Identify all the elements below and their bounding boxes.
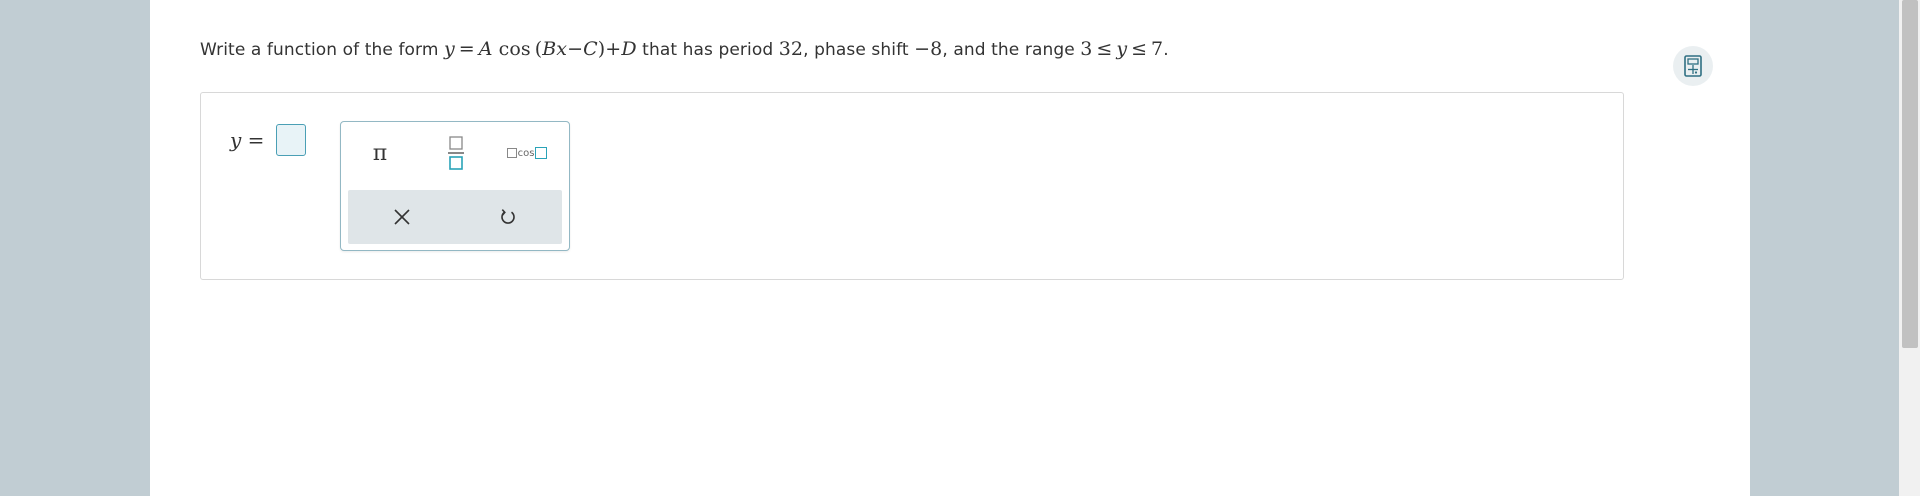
cos-label: cos <box>517 147 535 159</box>
answer-label: y = <box>230 128 265 152</box>
pi-symbol: π <box>372 140 388 166</box>
answer-input[interactable] <box>276 124 306 156</box>
palette-actions <box>348 190 562 244</box>
undo-button[interactable] <box>466 196 550 238</box>
scrollbar[interactable] <box>1899 0 1920 496</box>
pi-button[interactable]: π <box>351 132 409 174</box>
range-inequality: 3 ≤ y ≤ 7 <box>1080 38 1164 60</box>
phase-shift-value: −8 <box>914 38 943 60</box>
period-value: 32 <box>778 38 804 60</box>
calculator-button[interactable] <box>1673 46 1713 86</box>
scrollbar-thumb[interactable] <box>1902 0 1918 348</box>
math-palette: π cos <box>340 121 570 251</box>
input-placeholder-icon <box>535 147 548 159</box>
close-icon <box>394 209 410 225</box>
undo-icon <box>501 209 515 224</box>
question-text: Write a function of the form y = A cos (… <box>200 38 1169 60</box>
function-form: y = A cos (Bx−C)+D <box>444 38 637 60</box>
cosine-button[interactable]: cos <box>493 132 561 174</box>
fraction-button[interactable] <box>427 132 485 174</box>
calculator-icon <box>1684 55 1702 77</box>
clear-button[interactable] <box>360 196 444 238</box>
argument-placeholder-icon <box>506 148 517 158</box>
fraction-icon <box>448 136 464 170</box>
